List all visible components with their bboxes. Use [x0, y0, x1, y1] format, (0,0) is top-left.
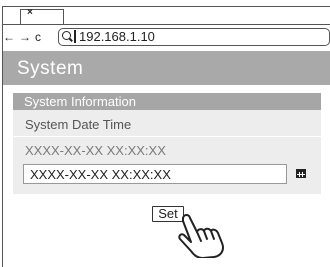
nav-buttons: ← → c	[3, 30, 45, 44]
forward-arrow-icon[interactable]: →	[19, 30, 32, 44]
reload-icon[interactable]: c	[35, 30, 42, 44]
system-information-panel: System Information System Date Time XXXX…	[13, 93, 321, 194]
tab-close-icon[interactable]: ×	[27, 7, 33, 19]
panel-header-title: System Information	[24, 94, 136, 109]
current-date-time: XXXX-XX-XX XX:XX:XX	[25, 143, 166, 158]
panel-header: System Information	[13, 93, 321, 110]
calendar-icon[interactable]	[296, 169, 306, 178]
back-arrow-icon[interactable]: ←	[3, 30, 16, 44]
address-text: 192.168.1.10	[79, 29, 155, 44]
section-divider	[13, 136, 321, 137]
hand-pointer-icon	[178, 214, 224, 258]
tab-strip-line	[3, 24, 330, 25]
address-bar[interactable]: 192.168.1.10	[58, 28, 330, 46]
page-header: System	[3, 51, 330, 85]
browser-tab[interactable]: ×	[20, 7, 64, 24]
search-icon	[62, 31, 71, 40]
text-caret	[74, 30, 76, 43]
page-title: System	[17, 58, 84, 79]
date-time-label: System Date Time	[25, 117, 132, 132]
date-time-input[interactable]	[23, 164, 287, 184]
